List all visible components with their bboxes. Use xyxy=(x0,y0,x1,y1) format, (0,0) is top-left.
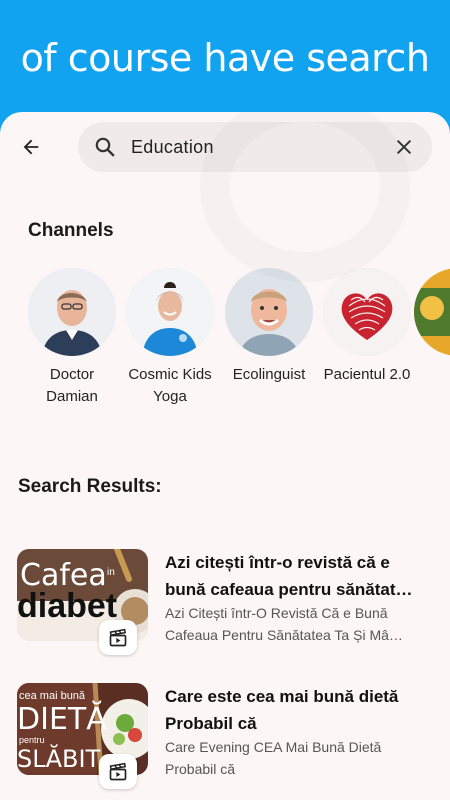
result-title[interactable]: Care este cea mai bună dietă Probabil că xyxy=(165,683,433,737)
avatar xyxy=(225,268,313,356)
channel-item[interactable]: Doctor Damian xyxy=(22,268,122,408)
channel-name: Ecolinguist xyxy=(232,366,306,383)
result-title[interactable]: Azi citești într-o revistă că e bună caf… xyxy=(165,549,433,603)
search-result-item[interactable]: cea mai bună DIETĂ pentru SLĂBIT Care es… xyxy=(0,683,450,795)
thumbnail-text: pentru xyxy=(19,735,45,745)
channels-heading: Channels xyxy=(28,220,114,241)
thumbnail-text: DIETĂ xyxy=(17,700,107,737)
search-input-container[interactable]: Education xyxy=(78,122,432,172)
thumbnail-text: diabet xyxy=(17,587,117,625)
channel-item-partial[interactable] xyxy=(414,268,450,356)
promo-banner: of course have search xyxy=(0,0,450,112)
video-clip-icon xyxy=(109,628,127,646)
avatar xyxy=(126,268,214,356)
search-top-bar: Education xyxy=(0,112,450,184)
thumbnail-text: SLĂBIT xyxy=(17,743,101,773)
search-results-heading: Search Results: xyxy=(18,476,162,497)
banner-text: of course have search xyxy=(20,36,430,80)
avatar xyxy=(323,268,411,356)
search-result-item[interactable]: Cafea in diabet Azi citești într-o revis… xyxy=(0,549,450,661)
result-description: Care Evening CEA Mai Bună Dietă Probabil… xyxy=(165,739,382,777)
video-badge xyxy=(99,754,137,789)
search-input[interactable]: Education xyxy=(131,137,390,158)
clear-search-button[interactable] xyxy=(390,133,418,161)
back-button[interactable] xyxy=(14,130,48,164)
app-screen: Education Channels Doctor Damian Cosmic … xyxy=(0,112,450,800)
video-clip-icon xyxy=(109,762,127,780)
avatar xyxy=(28,268,116,356)
video-badge xyxy=(99,620,137,655)
thumbnail-text: in xyxy=(107,567,115,578)
search-icon xyxy=(93,135,117,159)
channel-name: Pacientul 2.0 xyxy=(323,366,411,383)
channel-item[interactable]: Ecolinguist xyxy=(219,268,319,386)
back-arrow-icon xyxy=(23,139,39,155)
channel-item[interactable]: Cosmic Kids Yoga xyxy=(120,268,220,408)
close-icon xyxy=(397,140,411,154)
channel-name: Doctor Damian xyxy=(46,366,98,405)
avatar xyxy=(414,268,450,356)
channel-name: Cosmic Kids Yoga xyxy=(128,366,212,405)
channels-carousel[interactable]: Doctor Damian Cosmic Kids Yoga Ecolingui… xyxy=(0,268,450,418)
result-description: Azi Citești într-O Revistă Că e Bună Caf… xyxy=(165,605,403,643)
channel-item[interactable]: Pacientul 2.0 xyxy=(317,268,417,386)
thumbnail-text: cea mai bună xyxy=(19,690,86,702)
